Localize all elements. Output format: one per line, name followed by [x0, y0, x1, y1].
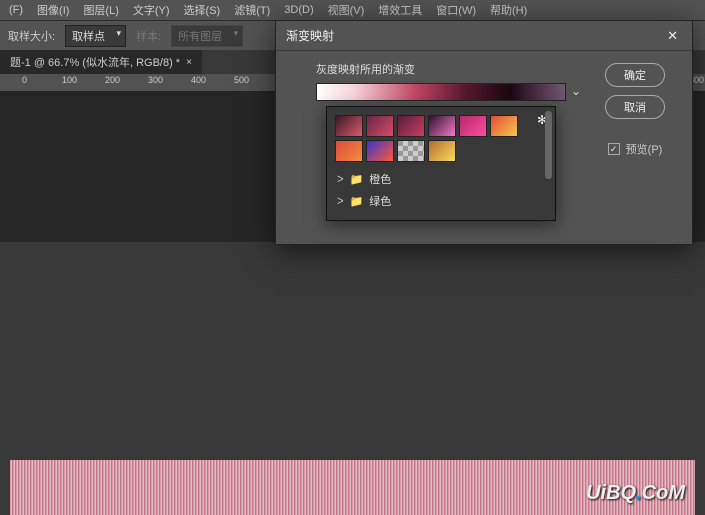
sample-label: 样本: — [136, 28, 161, 44]
gradient-bar[interactable] — [316, 83, 566, 101]
menu-plugins[interactable]: 增效工具 — [371, 0, 429, 20]
folder-label: 橙色 — [369, 171, 391, 187]
preset-folder-green[interactable]: ᐳ 📁 绿色 — [335, 190, 547, 212]
menu-view[interactable]: 视图(V) — [321, 0, 372, 20]
menu-type[interactable]: 文字(Y) — [126, 0, 177, 20]
ok-button[interactable]: 确定 — [605, 63, 665, 87]
menu-image[interactable]: 图像(I) — [30, 0, 76, 20]
chevron-right-icon: ᐳ — [337, 196, 344, 207]
folder-icon: 📁 — [350, 195, 364, 208]
gradient-swatch[interactable] — [490, 115, 518, 137]
watermark-part: UiBQ — [586, 482, 636, 504]
ruler-tick: 200 — [105, 75, 120, 85]
gradient-label: 灰度映射所用的渐变 — [316, 61, 578, 77]
cancel-button[interactable]: 取消 — [605, 95, 665, 119]
close-icon[interactable]: ✕ — [663, 28, 682, 44]
preset-folder-orange[interactable]: ᐳ 📁 橙色 — [335, 168, 547, 190]
gradient-preset-panel: ✻ ᐳ 📁 橙色 ᐳ 📁 绿色 — [326, 106, 556, 221]
gradient-swatch[interactable] — [366, 140, 394, 162]
menu-select[interactable]: 选择(S) — [177, 0, 228, 20]
watermark: UiBQ.CoM — [586, 482, 685, 505]
gradient-swatch[interactable] — [397, 115, 425, 137]
close-icon[interactable]: × — [186, 57, 192, 68]
sample-dropdown[interactable]: 所有图层 — [171, 25, 243, 47]
ruler-tick: 300 — [148, 75, 163, 85]
gradient-swatch[interactable] — [428, 140, 456, 162]
dialog-titlebar[interactable]: 渐变映射 ✕ — [276, 21, 692, 51]
preview-checkbox[interactable]: ✓ — [608, 143, 620, 155]
gradient-swatch[interactable] — [335, 140, 363, 162]
scrollbar[interactable] — [545, 111, 552, 179]
ruler-tick: 0 — [22, 75, 27, 85]
ruler-tick: 500 — [234, 75, 249, 85]
chevron-right-icon: ᐳ — [337, 174, 344, 185]
folder-icon: 📁 — [350, 173, 364, 186]
menu-file[interactable]: (F) — [2, 2, 30, 18]
menu-bar: (F) 图像(I) 图层(L) 文字(Y) 选择(S) 滤镜(T) 3D(D) … — [0, 0, 705, 20]
gradient-swatch[interactable] — [459, 115, 487, 137]
menu-help[interactable]: 帮助(H) — [483, 0, 534, 20]
menu-filter[interactable]: 滤镜(T) — [227, 0, 277, 20]
menu-3d[interactable]: 3D(D) — [277, 2, 320, 18]
sample-size-dropdown[interactable]: 取样点 — [65, 25, 126, 47]
document-tab-title: 题-1 @ 66.7% (似水流年, RGB/8) * — [10, 54, 180, 70]
gradient-swatch[interactable] — [335, 115, 363, 137]
gradient-swatch[interactable] — [428, 115, 456, 137]
folder-label: 绿色 — [369, 193, 391, 209]
gradient-swatch[interactable] — [397, 140, 425, 162]
watermark-part: CoM — [642, 482, 685, 504]
preview-label: 预览(P) — [626, 141, 663, 157]
document-tab[interactable]: 题-1 @ 66.7% (似水流年, RGB/8) * × — [0, 50, 202, 74]
gradient-swatch[interactable] — [366, 115, 394, 137]
dialog-title: 渐变映射 — [286, 27, 334, 44]
menu-window[interactable]: 窗口(W) — [429, 0, 483, 20]
ruler-tick: 100 — [62, 75, 77, 85]
swatch-grid — [335, 115, 547, 162]
sample-size-label: 取样大小: — [8, 28, 55, 44]
menu-layer[interactable]: 图层(L) — [76, 0, 125, 20]
ruler-tick: 400 — [191, 75, 206, 85]
